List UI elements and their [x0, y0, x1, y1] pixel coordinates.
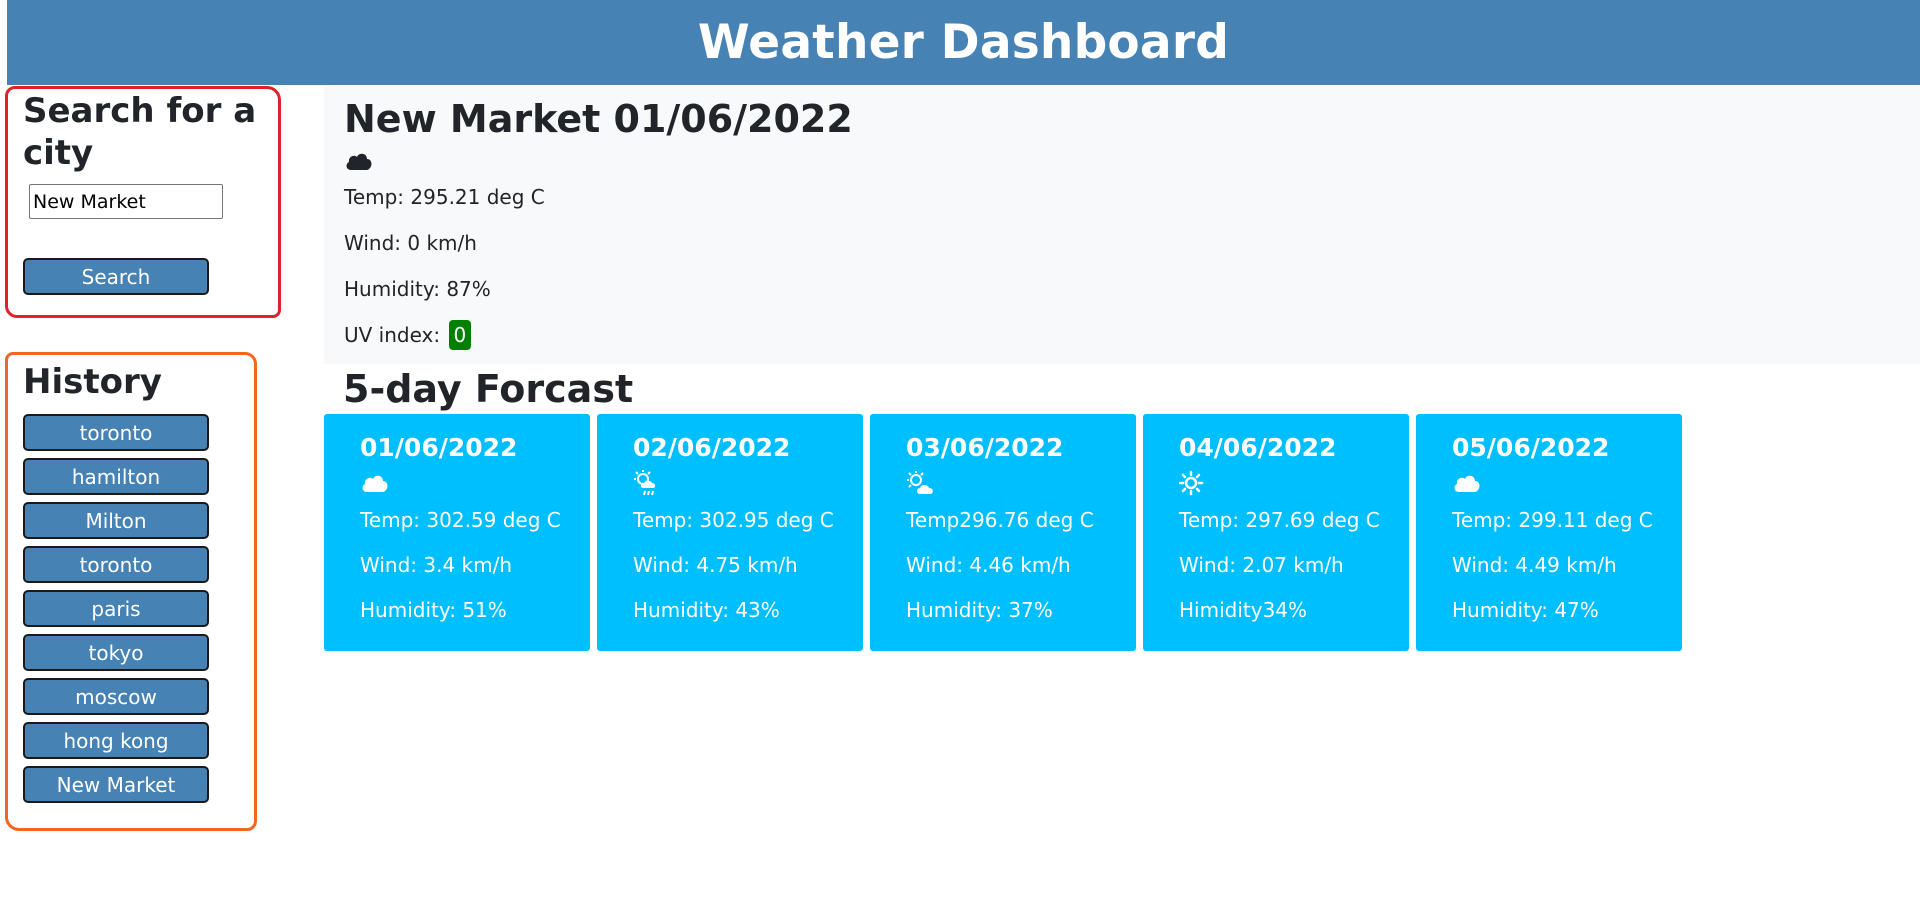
forecast-wind: Wind: 4.75 km/h	[633, 553, 798, 577]
uv-index-badge: 0	[448, 320, 472, 350]
history-item-button[interactable]: Milton	[23, 502, 209, 539]
cloud-icon	[346, 153, 372, 170]
sun-cloud-icon	[907, 471, 933, 494]
forecast-wind: Wind: 3.4 km/h	[360, 553, 513, 577]
forecast-temp: Temp: 299.11 deg C	[1452, 508, 1653, 532]
forecast-date: 04/06/2022	[1179, 433, 1337, 462]
forecast-date: 03/06/2022	[906, 433, 1064, 462]
app-header: Weather Dashboard	[7, 0, 1920, 85]
forecast-card: 03/06/2022 Temp296.76 deg C Wind: 4.46 k…	[870, 414, 1136, 651]
forecast-date: 01/06/2022	[360, 433, 518, 462]
forecast-card: 01/06/2022 Temp: 302.59 deg C Wind: 3.4 …	[324, 414, 590, 651]
forecast-humidity: Humidity: 51%	[360, 598, 507, 622]
sun-icon	[1179, 470, 1204, 496]
forecast-title: 5-day Forcast	[343, 367, 634, 411]
forecast-card: 05/06/2022 Temp: 299.11 deg C Wind: 4.49…	[1416, 414, 1682, 651]
forecast-wind: Wind: 4.46 km/h	[906, 553, 1071, 577]
cloud-icon	[362, 475, 388, 492]
cloud-icon	[1454, 475, 1480, 492]
forecast-humidity: Humidity: 37%	[906, 598, 1053, 622]
forecast-date: 02/06/2022	[633, 433, 791, 462]
current-weather-panel: New Market 01/06/2022 Temp: 295.21 deg C…	[324, 86, 1920, 364]
city-search-input[interactable]	[29, 184, 223, 219]
history-title: History	[23, 362, 162, 402]
forecast-cards: 01/06/2022 Temp: 302.59 deg C Wind: 3.4 …	[324, 414, 1682, 651]
current-city-heading: New Market 01/06/2022	[344, 97, 853, 141]
forecast-wind: Wind: 4.49 km/h	[1452, 553, 1617, 577]
search-panel: Search for a city Search	[23, 90, 263, 295]
history-item-button[interactable]: tokyo	[23, 634, 209, 671]
forecast-wind: Wind: 2.07 km/h	[1179, 553, 1344, 577]
uv-label: UV index:	[344, 323, 441, 347]
forecast-humidity: Humidity: 43%	[633, 598, 780, 622]
forecast-humidity: Humidity: 47%	[1452, 598, 1599, 622]
history-panel: History toronto hamilton Milton toronto …	[23, 361, 223, 810]
history-item-button[interactable]: hong kong	[23, 722, 209, 759]
history-item-button[interactable]: toronto	[23, 414, 209, 451]
current-uv-row: UV index: 0	[344, 312, 1920, 358]
current-humidity: Humidity: 87%	[344, 277, 491, 301]
history-item-button[interactable]: toronto	[23, 546, 209, 583]
page-title: Weather Dashboard	[697, 15, 1230, 70]
history-item-button[interactable]: paris	[23, 590, 209, 627]
forecast-card: 04/06/2022 Temp: 297.69 deg C Wind: 2.07…	[1143, 414, 1409, 651]
forecast-temp: Temp: 297.69 deg C	[1179, 508, 1380, 532]
history-item-button[interactable]: moscow	[23, 678, 209, 715]
forecast-humidity: Himidity34%	[1179, 598, 1308, 622]
forecast-temp: Temp296.76 deg C	[906, 508, 1094, 532]
forecast-date: 05/06/2022	[1452, 433, 1610, 462]
forecast-card: 02/06/2022 Temp: 302.95 deg C Wind: 4.75…	[597, 414, 863, 651]
current-temp: Temp: 295.21 deg C	[344, 185, 545, 209]
search-button[interactable]: Search	[23, 258, 209, 295]
search-title: Search for a city	[23, 91, 257, 173]
current-wind: Wind: 0 km/h	[344, 231, 477, 255]
forecast-temp: Temp: 302.95 deg C	[633, 508, 834, 532]
history-item-button[interactable]: New Market	[23, 766, 209, 803]
history-item-button[interactable]: hamilton	[23, 458, 209, 495]
forecast-temp: Temp: 302.59 deg C	[360, 508, 561, 532]
sun-rain-icon	[634, 470, 656, 496]
